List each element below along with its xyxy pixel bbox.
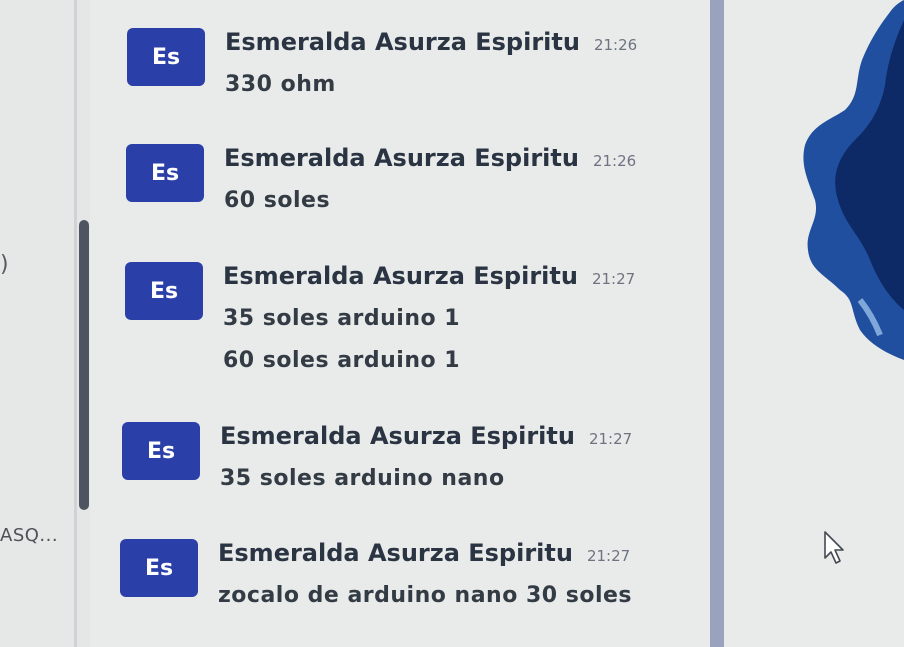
message-text: 330 ohm (225, 72, 336, 97)
mouse-pointer-icon (824, 531, 844, 564)
avatar[interactable]: Es (122, 422, 200, 480)
scrollbar-thumb[interactable] (79, 220, 89, 510)
message-text: 60 soles arduino 1 (223, 348, 461, 373)
sender-name[interactable]: Esmeralda Asurza Espiritu (220, 422, 575, 450)
message-text: zocalo de arduino nano 30 soles (218, 583, 633, 608)
message-text: 35 soles arduino nano (220, 466, 505, 491)
message-header: Esmeralda Asurza Espiritu 21:26 (225, 28, 637, 56)
message-header: Esmeralda Asurza Espiritu 21:27 (220, 422, 632, 450)
message-timestamp: 21:27 (591, 270, 636, 288)
left-truncated-label[interactable]: ASQ... (0, 525, 58, 546)
message-text: 35 soles arduino 1 (223, 306, 461, 331)
avatar[interactable]: Es (125, 262, 203, 320)
avatar[interactable]: Es (127, 28, 205, 86)
message-timestamp: 21:26 (592, 152, 637, 170)
avatar[interactable]: Es (120, 539, 198, 597)
panel-divider (74, 0, 77, 647)
wallpaper-decoration (803, 0, 904, 360)
avatar[interactable]: Es (126, 144, 204, 202)
message-header: Esmeralda Asurza Espiritu 21:27 (218, 539, 630, 567)
message-header: Esmeralda Asurza Espiritu 21:27 (223, 262, 635, 290)
sender-name[interactable]: Esmeralda Asurza Espiritu (223, 262, 578, 290)
sender-name[interactable]: Esmeralda Asurza Espiritu (225, 28, 580, 56)
message-text: 60 soles (224, 188, 331, 213)
message-timestamp: 21:27 (586, 547, 631, 565)
message-header: Esmeralda Asurza Espiritu 21:26 (224, 144, 636, 172)
message-timestamp: 21:26 (593, 36, 638, 54)
left-partial-glyph: ) (0, 252, 9, 277)
message-timestamp: 21:27 (588, 430, 633, 448)
sender-name[interactable]: Esmeralda Asurza Espiritu (218, 539, 573, 567)
sender-name[interactable]: Esmeralda Asurza Espiritu (224, 144, 579, 172)
conversation-list-panel: ) ASQ... (0, 0, 76, 647)
window-divider (710, 0, 724, 647)
